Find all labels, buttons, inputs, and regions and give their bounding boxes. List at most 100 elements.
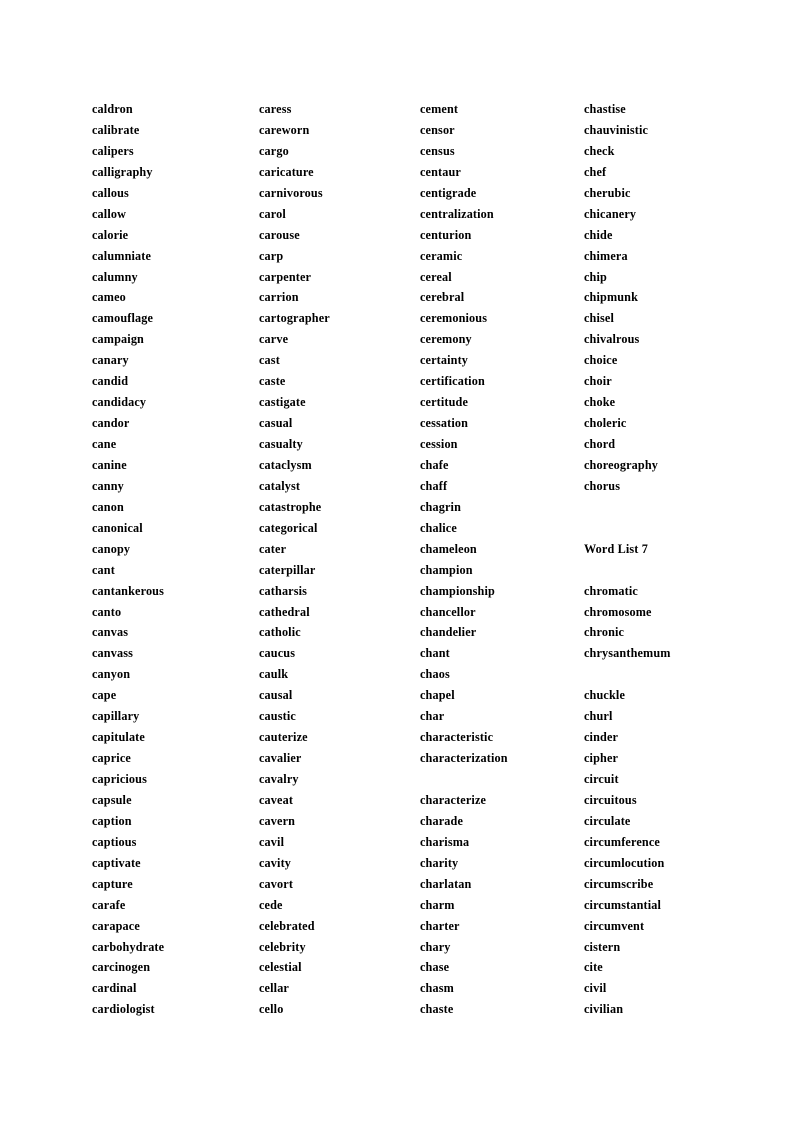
word-entry: calipers [92, 143, 134, 158]
word-list-spacer [584, 664, 752, 685]
word-list-spacer [584, 560, 752, 581]
word-entry: certitude [420, 395, 469, 410]
word-entry: catharsis [259, 583, 308, 598]
word-entry: cavalry [259, 772, 299, 786]
word-entry: choice [584, 353, 618, 368]
word-entry: cherubic [584, 185, 631, 200]
word-entry: civilian [584, 1002, 624, 1017]
word-entry: centigrade [420, 185, 477, 200]
word-entry: careworn [259, 122, 310, 137]
word-entry: chancellor [420, 604, 476, 619]
word-entry: chronic [584, 625, 625, 640]
word-entry: caulk [259, 667, 289, 682]
word-entry: cinder [584, 730, 619, 745]
word-entry: cavort [259, 876, 294, 891]
word-entry: callous [92, 185, 129, 200]
word-entry: celebrity [259, 939, 306, 954]
word-entry: caldron [92, 102, 133, 116]
word-entry: canary [92, 353, 129, 368]
word-entry: circumscribe [584, 876, 654, 891]
word-entry: carpenter [259, 269, 312, 284]
word-entry: canto [92, 604, 122, 619]
word-entry: candor [92, 416, 130, 431]
word-entry: charisma [420, 834, 470, 849]
word-entry: characterization [420, 751, 508, 766]
word-entry: campaign [92, 332, 144, 347]
word-entry: castigate [259, 395, 306, 410]
word-entry: carbohydrate [92, 939, 165, 954]
word-entry: cello [259, 1002, 284, 1017]
document-page: caldron caress cement chastise calibrate care… [0, 0, 794, 1123]
word-entry: ceremonious [420, 311, 488, 326]
word-entry: chorus [584, 478, 621, 493]
word-entry: chagrin [420, 499, 461, 514]
word-entry: cellar [259, 981, 289, 996]
word-entry: characterize [420, 792, 487, 807]
word-entry: chef [584, 164, 607, 179]
word-entry: cardinal [92, 981, 137, 996]
word-entry: chrysanthemum [584, 646, 671, 661]
word-entry: centurion [420, 227, 472, 242]
word-entry: characteristic [420, 730, 494, 745]
word-entry: certainty [420, 353, 469, 368]
word-entry: carnivorous [259, 185, 323, 200]
word-entry: circumlocution [584, 855, 665, 870]
word-entry: cartographer [259, 311, 330, 326]
word-entry: chandelier [420, 625, 477, 640]
word-entry: candid [92, 374, 129, 389]
word-entry: chary [420, 939, 451, 954]
word-entry: cite [584, 960, 603, 975]
word-entry: cipher [584, 751, 619, 766]
word-entry: choir [584, 374, 612, 389]
word-entry: chivalrous [584, 332, 640, 347]
word-entry: chide [584, 227, 613, 242]
word-entry: charter [420, 918, 460, 933]
word-entry: captivate [92, 855, 141, 870]
word-entry: cardiologist [92, 1002, 155, 1017]
word-entry: candidacy [92, 395, 147, 410]
word-entry: carouse [259, 227, 300, 242]
word-entry: cataclysm [259, 457, 312, 472]
word-entry: civil [584, 981, 607, 996]
word-entry: chromosome [584, 604, 652, 619]
word-entry: canvass [92, 646, 134, 661]
word-entry: ceramic [420, 248, 463, 263]
word-entry: chapel [420, 688, 455, 703]
word-entry: championship [420, 583, 495, 598]
word-entry: centaur [420, 164, 461, 179]
word-entry: casualty [259, 437, 303, 451]
word-list-grid: caldron caress cement chastise calibrate care… [92, 99, 752, 1020]
word-entry: certification [420, 374, 485, 389]
word-entry: choleric [584, 416, 627, 431]
word-entry: chaste [420, 1002, 454, 1017]
word-entry: circulate [584, 813, 631, 828]
word-entry: charm [420, 897, 455, 912]
word-entry: carcinogen [92, 960, 151, 975]
word-entry: cameo [92, 290, 126, 305]
word-entry: circuit [584, 772, 619, 786]
word-entry: char [420, 709, 445, 724]
word-entry: catalyst [259, 478, 301, 493]
word-entry: canonical [92, 520, 143, 535]
word-entry: chaff [420, 478, 448, 493]
word-entry: cater [259, 541, 287, 556]
word-entry: canine [92, 457, 127, 472]
word-entry: carafe [92, 897, 126, 912]
word-entry: catastrophe [259, 499, 322, 514]
word-entry: capsule [92, 792, 132, 807]
word-entry: chimera [584, 248, 628, 263]
word-entry: callow [92, 206, 127, 221]
word-entry: calligraphy [92, 164, 153, 179]
word-entry: chastise [584, 102, 626, 116]
word-entry: census [420, 143, 455, 158]
word-entry: calibrate [92, 122, 140, 137]
word-entry: chameleon [420, 541, 477, 556]
word-entry: cavity [259, 855, 292, 870]
word-entry: canvas [92, 625, 129, 640]
word-entry: caste [259, 374, 286, 389]
word-entry: cavil [259, 834, 285, 849]
word-entry: cerebral [420, 290, 465, 305]
word-list-heading: Word List 7 [584, 541, 648, 556]
word-entry: choreography [584, 457, 659, 472]
word-entry: capillary [92, 709, 140, 724]
